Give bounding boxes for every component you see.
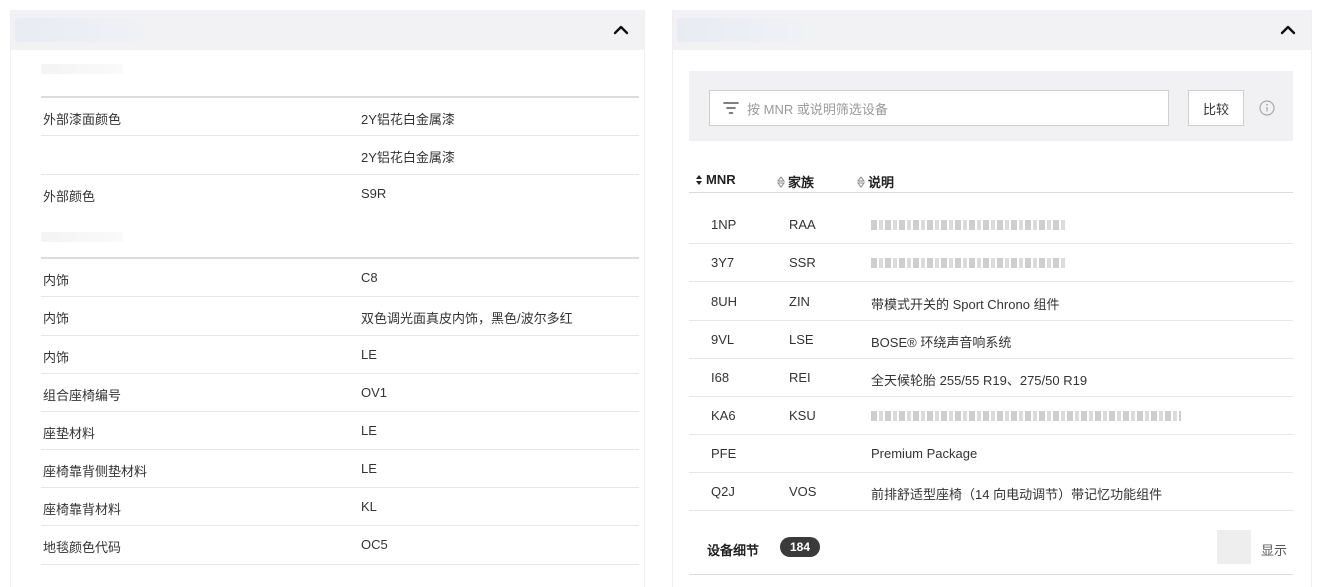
spec-label: 地毯颜色代码: [43, 540, 122, 555]
sort-icon: [777, 175, 785, 188]
spec-value: OC5: [361, 537, 388, 552]
cell-description: 全天候轮胎 255/55 R19、275/50 R19: [871, 373, 1088, 388]
header-mnr-label: MNR: [706, 172, 736, 187]
cell-mnr: 8UH: [711, 294, 738, 309]
cell-description: 带模式开关的 Sport Chrono 组件: [871, 297, 1060, 312]
cell-mnr: I68: [711, 370, 730, 385]
cell-mnr: 3Y7: [711, 255, 735, 270]
spec-label: 外部颜色: [43, 189, 96, 204]
cell-description-redacted: [871, 408, 1181, 424]
cell-family: KSU: [789, 408, 816, 423]
collapse-chevron-up-icon[interactable]: [612, 22, 630, 38]
table-row[interactable]: 1NP RAA: [689, 205, 1293, 244]
spec-label: 内饰: [43, 273, 70, 288]
spec-value: OV1: [361, 385, 388, 400]
panel-title-redacted: [677, 18, 817, 42]
panel-title-redacted: [15, 18, 155, 42]
spec-row: 地毯颜色代码 OC5: [41, 525, 639, 565]
count-badge: 184: [780, 537, 820, 557]
cell-description: 前排舒适型座椅（14 向电动调节）带记忆功能组件: [871, 487, 1163, 502]
spec-value: KL: [361, 499, 377, 514]
spec-row: 组合座椅编号 OV1: [41, 373, 639, 412]
spec-label: 座椅靠背材料: [43, 502, 122, 517]
spec-label: 内饰: [43, 350, 70, 365]
table-row[interactable]: 3Y7 SSR: [689, 243, 1293, 282]
spec-label: 外部漆面颜色: [43, 112, 122, 127]
vehicle-spec-panel: 外部漆面颜色 2Y铝花白金属漆 2Y铝花白金属漆 外部颜色 S9R 内饰 C8 …: [10, 10, 645, 587]
table-row[interactable]: Q2J VOS 前排舒适型座椅（14 向电动调节）带记忆功能组件: [689, 472, 1293, 511]
sort-icon: [857, 175, 865, 188]
sort-by-mnr-header[interactable]: MNR: [695, 172, 736, 187]
equipment-panel-header[interactable]: [673, 10, 1311, 50]
spec-value: LE: [361, 461, 377, 476]
table-row[interactable]: KA6 KSU: [689, 396, 1293, 435]
spec-value: LE: [361, 347, 377, 362]
spec-label: 座垫材料: [43, 426, 96, 441]
collapse-chevron-up-icon[interactable]: [1279, 22, 1297, 38]
filter-placeholder: 按 MNR 或说明筛选设备: [747, 101, 888, 117]
spec-row: 内饰 双色调光面真皮内饰，黑色/波尔多红: [41, 296, 639, 335]
group-heading-redacted: [41, 232, 123, 242]
spec-row: 座垫材料 LE: [41, 411, 639, 450]
cell-description: Premium Package: [871, 446, 978, 461]
cell-family: ZIN: [789, 294, 810, 309]
filter-icon: [723, 101, 739, 115]
cell-family: RAA: [789, 217, 816, 232]
equipment-filter-input[interactable]: 按 MNR 或说明筛选设备: [709, 90, 1169, 126]
spec-row: 座椅靠背材料 KL: [41, 487, 639, 526]
spec-label: 座椅靠背侧垫材料: [43, 464, 148, 479]
header-description-label: 说明: [868, 175, 895, 190]
show-toggle[interactable]: [1217, 530, 1251, 564]
table-row[interactable]: I68 REI 全天候轮胎 255/55 R19、275/50 R19: [689, 358, 1293, 397]
equipment-details-label: 设备细节: [707, 543, 760, 558]
table-row[interactable]: PFE Premium Package: [689, 434, 1293, 473]
cell-mnr: Q2J: [711, 484, 735, 499]
sort-by-description-header[interactable]: 说明: [857, 172, 894, 191]
table-row[interactable]: 8UH ZIN 带模式开关的 Sport Chrono 组件: [689, 282, 1293, 321]
filter-bar: 按 MNR 或说明筛选设备 比较: [689, 71, 1293, 141]
table-header: MNR 家族 说明: [689, 162, 1293, 193]
spec-value: 双色调光面真皮内饰，黑色/波尔多红: [361, 311, 573, 326]
spec-panel-header[interactable]: [11, 10, 644, 50]
cell-description: BOSE® 环绕声音响系统: [871, 335, 1012, 350]
spec-row: 外部漆面颜色 2Y铝花白金属漆: [41, 96, 639, 136]
cell-mnr: KA6: [711, 408, 736, 423]
header-family-label: 家族: [788, 175, 815, 190]
group-heading-redacted: [41, 64, 123, 74]
sort-by-family-header[interactable]: 家族: [777, 172, 814, 191]
cell-mnr: 1NP: [711, 217, 737, 232]
cell-family: LSE: [789, 332, 814, 347]
spec-row: 内饰 LE: [41, 335, 639, 374]
cell-mnr: PFE: [711, 446, 737, 461]
sort-icon: [695, 174, 703, 186]
spec-row: 2Y铝花白金属漆: [41, 135, 639, 174]
spec-row: 外部颜色 S9R: [41, 174, 639, 213]
cell-description-redacted: [871, 217, 1067, 233]
show-label[interactable]: 显示: [1261, 540, 1287, 559]
cell-family: REI: [789, 370, 811, 385]
spec-value: 2Y铝花白金属漆: [361, 150, 455, 165]
spec-value: C8: [361, 270, 378, 285]
info-icon[interactable]: [1259, 100, 1275, 116]
spec-value: 2Y铝花白金属漆: [361, 112, 455, 127]
cell-family: SSR: [789, 255, 816, 270]
spec-row: 座椅靠背侧垫材料 LE: [41, 449, 639, 488]
spec-row: 内饰 C8: [41, 257, 639, 297]
spec-label: 组合座椅编号: [43, 388, 122, 403]
cell-mnr: 9VL: [711, 332, 735, 347]
cell-family: VOS: [789, 484, 817, 499]
spec-value: LE: [361, 423, 377, 438]
equipment-details-footer: 设备细节 184 显示: [689, 518, 1293, 575]
cell-description-redacted: [871, 255, 1067, 271]
compare-button[interactable]: 比较: [1188, 90, 1244, 126]
spec-label: 内饰: [43, 311, 70, 326]
table-row[interactable]: 9VL LSE BOSE® 环绕声音响系统: [689, 320, 1293, 359]
equipment-panel: 按 MNR 或说明筛选设备 比较 MNR 家族 说明 1NP RAA 3Y7 S…: [672, 10, 1312, 587]
spec-value: S9R: [361, 186, 387, 201]
